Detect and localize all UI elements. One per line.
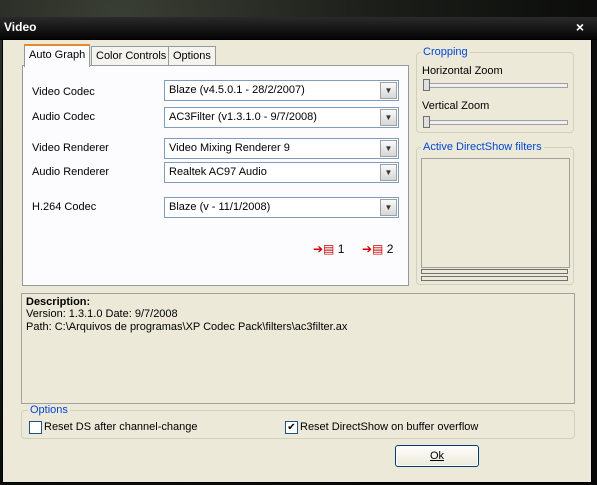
cropping-group: Cropping Horizontal Zoom Vertical Zoom bbox=[416, 46, 574, 133]
vertical-zoom-thumb[interactable] bbox=[423, 116, 430, 128]
title-bar[interactable]: Video × bbox=[0, 17, 597, 40]
filter-bar bbox=[421, 276, 568, 281]
graph-button-1[interactable]: ➔▤ 1 bbox=[313, 242, 344, 256]
tab-auto-graph[interactable]: Auto Graph bbox=[24, 44, 91, 67]
auto-graph-panel: Video Codec Blaze (v4.5.0.1 - 28/2/2007)… bbox=[22, 65, 409, 286]
options-title: Options bbox=[28, 404, 70, 416]
filters-group: Active DirectShow filters bbox=[416, 141, 574, 285]
tab-color-controls[interactable]: Color Controls bbox=[91, 46, 172, 65]
video-renderer-select[interactable]: Video Mixing Renderer 9 ▼ bbox=[164, 138, 399, 159]
audio-codec-label: Audio Codec bbox=[32, 111, 95, 123]
graph-export-icon: ➔▤ bbox=[313, 242, 335, 256]
cropping-title: Cropping bbox=[421, 46, 470, 58]
description-version: Version: 1.3.1.0 Date: 9/7/2008 bbox=[26, 308, 178, 320]
filter-bar bbox=[421, 269, 568, 274]
description-box: Description: Version: 1.3.1.0 Date: 9/7/… bbox=[21, 293, 575, 404]
h264-codec-select[interactable]: Blaze (v - 11/1/2008) ▼ bbox=[164, 197, 399, 218]
video-codec-value: Blaze (v4.5.0.1 - 28/2/2007) bbox=[169, 84, 305, 96]
chevron-down-icon[interactable]: ▼ bbox=[380, 82, 397, 99]
audio-renderer-select[interactable]: Realtek AC97 Audio ▼ bbox=[164, 162, 399, 183]
filters-list[interactable] bbox=[421, 158, 570, 268]
tab-options[interactable]: Options bbox=[168, 46, 216, 65]
description-path: Path: C:\Arquivos de programas\XP Codec … bbox=[26, 321, 348, 333]
video-renderer-label: Video Renderer bbox=[32, 142, 109, 154]
vertical-zoom-label: Vertical Zoom bbox=[422, 100, 490, 112]
window-title: Video bbox=[4, 20, 37, 34]
horizontal-zoom-track[interactable] bbox=[423, 83, 568, 88]
h264-codec-value: Blaze (v - 11/1/2008) bbox=[169, 201, 271, 213]
chevron-down-icon[interactable]: ▼ bbox=[380, 199, 397, 216]
horizontal-zoom-thumb[interactable] bbox=[423, 79, 430, 91]
audio-renderer-label: Audio Renderer bbox=[32, 166, 110, 178]
video-codec-select[interactable]: Blaze (v4.5.0.1 - 28/2/2007) ▼ bbox=[164, 80, 399, 101]
reset-buffer-label: Reset DirectShow on buffer overflow bbox=[300, 421, 479, 433]
reset-buffer-checkbox[interactable]: ✔ bbox=[285, 421, 298, 434]
chevron-down-icon[interactable]: ▼ bbox=[380, 164, 397, 181]
audio-renderer-value: Realtek AC97 Audio bbox=[169, 166, 267, 178]
graph-export-icon: ➔▤ bbox=[362, 242, 384, 256]
filters-title: Active DirectShow filters bbox=[421, 141, 544, 153]
reset-ds-label: Reset DS after channel-change bbox=[44, 421, 198, 433]
h264-codec-label: H.264 Codec bbox=[32, 201, 97, 213]
horizontal-zoom-label: Horizontal Zoom bbox=[422, 65, 503, 77]
audio-codec-select[interactable]: AC3Filter (v1.3.1.0 - 9/7/2008) ▼ bbox=[164, 107, 399, 128]
video-codec-label: Video Codec bbox=[32, 86, 95, 98]
graph-button-2[interactable]: ➔▤ 2 bbox=[362, 242, 393, 256]
reset-ds-checkbox[interactable] bbox=[29, 421, 42, 434]
close-icon[interactable]: × bbox=[573, 19, 587, 35]
chevron-down-icon[interactable]: ▼ bbox=[380, 140, 397, 157]
description-heading: Description: bbox=[26, 296, 91, 308]
graph-button-label: 1 bbox=[337, 242, 345, 256]
ok-button[interactable]: Ok bbox=[395, 445, 479, 467]
options-group: Options Reset DS after channel-change ✔ … bbox=[21, 404, 575, 439]
chevron-down-icon[interactable]: ▼ bbox=[380, 109, 397, 126]
video-renderer-value: Video Mixing Renderer 9 bbox=[169, 142, 290, 154]
ok-label: Ok bbox=[429, 450, 445, 462]
graph-button-label: 2 bbox=[386, 242, 394, 256]
audio-codec-value: AC3Filter (v1.3.1.0 - 9/7/2008) bbox=[169, 111, 317, 123]
vertical-zoom-track[interactable] bbox=[423, 120, 568, 125]
